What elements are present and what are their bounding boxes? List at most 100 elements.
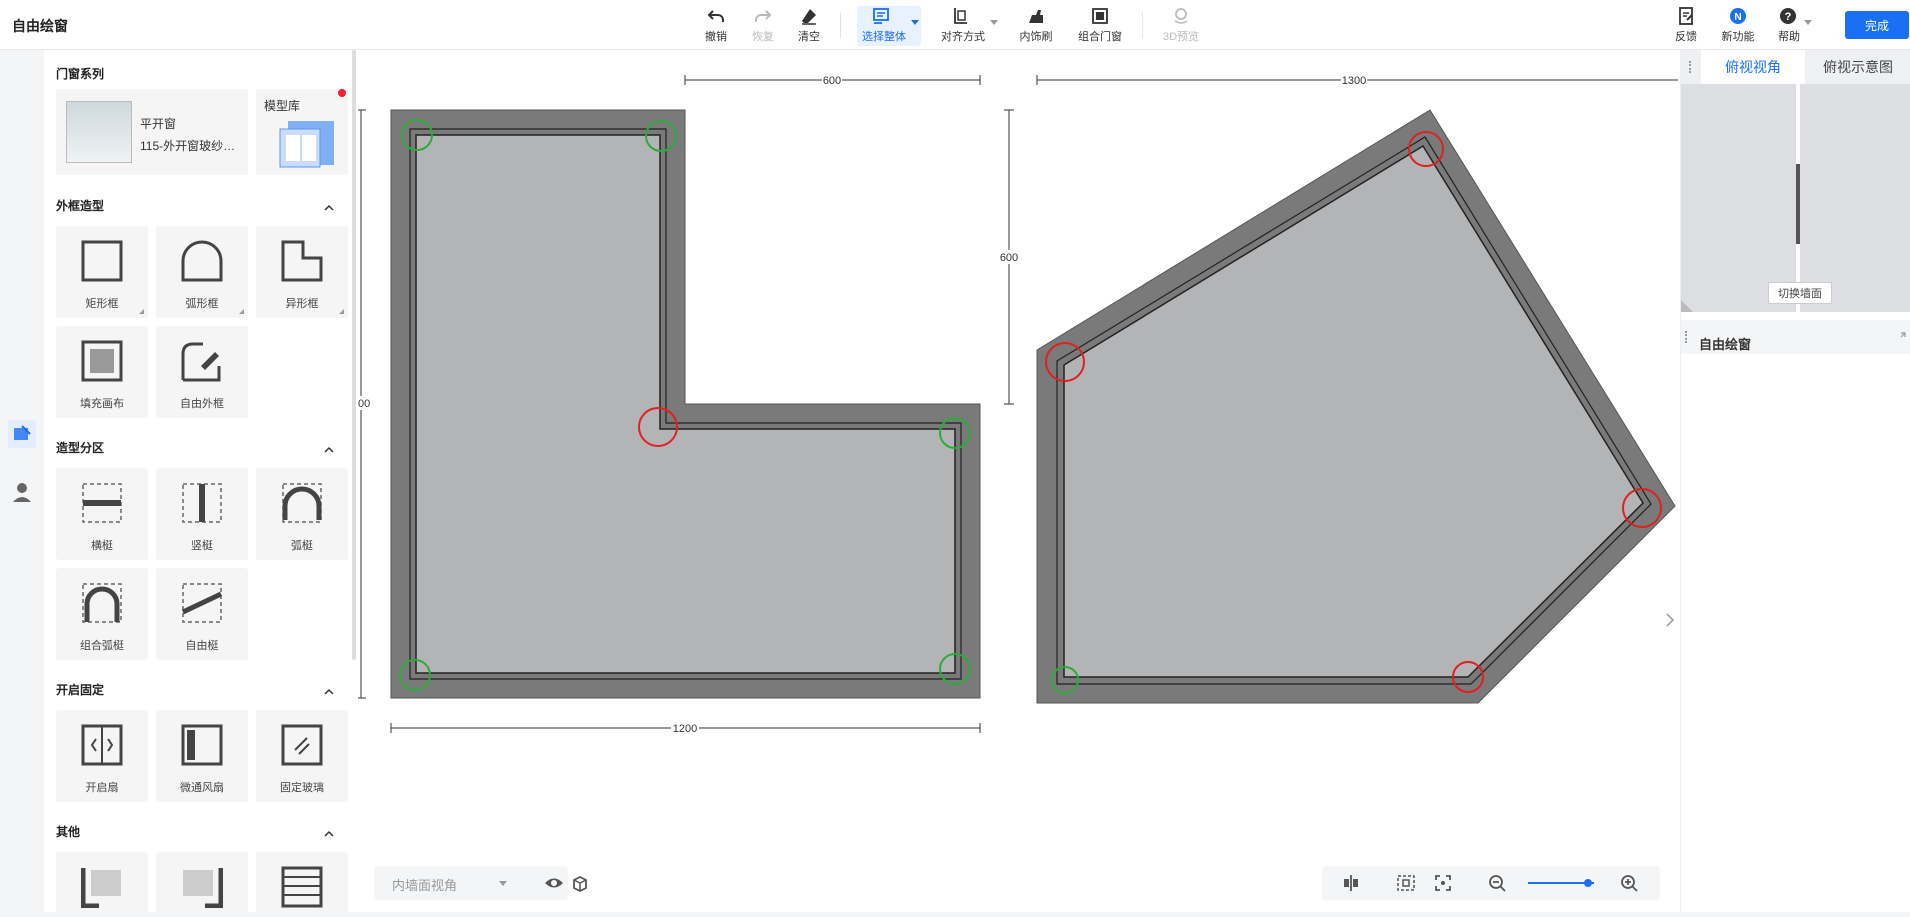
fixed-glass-card[interactable]: 固定玻璃 bbox=[256, 710, 348, 802]
chevron-down-icon bbox=[990, 20, 998, 25]
eye-icon[interactable] bbox=[544, 874, 564, 892]
combine-button[interactable]: 组合门窗 bbox=[1074, 6, 1126, 46]
expand-icon[interactable] bbox=[1896, 332, 1906, 342]
corner-mark bbox=[139, 309, 144, 314]
clear-button[interactable]: 清空 bbox=[793, 6, 825, 46]
combo-arc-mullion-card[interactable]: 组合弧梃 bbox=[56, 568, 148, 660]
canvas-svg[interactable]: 600 1300 1200 00 600 bbox=[356, 50, 1680, 912]
card-label: 微通风扇 bbox=[180, 782, 224, 794]
rect-frame-card[interactable]: 矩形框 bbox=[56, 226, 148, 318]
card-label: 异形框 bbox=[285, 298, 319, 310]
preview-3d-button[interactable]: 3D预览 bbox=[1160, 6, 1202, 46]
arc-mullion-card[interactable]: 弧梃 bbox=[256, 468, 348, 560]
arc-frame-card[interactable]: 弧形框 bbox=[156, 226, 248, 318]
corner-mark bbox=[239, 309, 244, 314]
done-button[interactable]: 完成 bbox=[1845, 11, 1909, 39]
card-label: 填充画布 bbox=[80, 398, 124, 410]
series-subtitle: 115-外开窗玻纱一体 bbox=[140, 139, 240, 153]
fill-canvas-card[interactable]: 填充画布 bbox=[56, 326, 148, 418]
drag-handle-icon[interactable] bbox=[1685, 331, 1689, 343]
card-label: 开启扇 bbox=[85, 782, 119, 794]
free-mullion-icon bbox=[181, 583, 223, 623]
free-frame-card[interactable]: 自由外框 bbox=[156, 326, 248, 418]
dim-left-vertical: 00 bbox=[358, 398, 370, 410]
series-section-title: 门窗系列 bbox=[56, 67, 105, 81]
chevron-up-icon[interactable] bbox=[324, 687, 334, 697]
help-button[interactable]: ? 帮助 bbox=[1774, 6, 1814, 46]
card-label: 横梃 bbox=[91, 540, 113, 552]
feedback-icon bbox=[1679, 7, 1693, 25]
arc-frame-icon bbox=[181, 240, 223, 282]
special-frame-icon bbox=[281, 240, 323, 282]
special-frame-card[interactable]: 异形框 bbox=[256, 226, 348, 318]
chevron-up-icon[interactable] bbox=[324, 829, 334, 839]
drag-handle-icon[interactable] bbox=[1689, 61, 1693, 73]
vent-sash-card[interactable]: 微通风扇 bbox=[156, 710, 248, 802]
model-library-card[interactable]: 模型库 bbox=[256, 89, 348, 175]
redo-button[interactable]: 恢复 bbox=[747, 6, 779, 46]
zoom-in-icon[interactable] bbox=[1620, 874, 1638, 892]
toolbar-divider bbox=[1142, 12, 1143, 38]
arc-mullion-icon bbox=[282, 483, 322, 523]
card-label: 矩形框 bbox=[85, 298, 119, 310]
align-icon bbox=[954, 8, 967, 24]
other-item-card[interactable] bbox=[56, 852, 148, 912]
drawing-canvas[interactable]: 600 1300 1200 00 600 内墙面视角 bbox=[356, 50, 1680, 912]
component-panel: 门窗系列 平开窗 115-外开窗玻纱一体 模型库 外框造型 矩形框 弧形框 异形… bbox=[44, 50, 358, 912]
fit-screen-icon[interactable] bbox=[1434, 874, 1452, 892]
resize-handle[interactable] bbox=[1681, 300, 1693, 312]
window-design-tab[interactable] bbox=[8, 420, 36, 448]
other-item-card[interactable] bbox=[156, 852, 248, 912]
3d-box-icon[interactable] bbox=[570, 874, 590, 894]
panel-scrollbar[interactable] bbox=[352, 50, 356, 660]
inner-deco-button[interactable]: 内饰刷 bbox=[1014, 6, 1058, 46]
new-feature-button[interactable]: N 新功能 bbox=[1718, 6, 1758, 46]
card-label: 组合弧梃 bbox=[80, 640, 124, 652]
undo-label: 撤销 bbox=[705, 31, 727, 43]
opening-sash-card[interactable]: 开启扇 bbox=[56, 710, 148, 802]
user-tab[interactable] bbox=[8, 478, 36, 506]
redo-icon bbox=[755, 10, 772, 22]
free-frame-icon bbox=[181, 342, 221, 382]
horizontal-mullion-card[interactable]: 横梃 bbox=[56, 468, 148, 560]
switch-wall-button[interactable]: 切换墙面 bbox=[1768, 282, 1832, 304]
tab-top-diagram[interactable]: 俯视示意图 bbox=[1805, 50, 1910, 84]
preview-3d-icon bbox=[1174, 8, 1188, 24]
series-thumbnail bbox=[66, 101, 132, 163]
eraser-icon bbox=[802, 9, 816, 25]
other-section-title: 其他 bbox=[56, 825, 81, 839]
view-select[interactable]: 内墙面视角 bbox=[392, 875, 457, 894]
other-item-card[interactable] bbox=[256, 852, 348, 912]
left-icon-rail bbox=[0, 50, 44, 915]
combine-window-icon bbox=[1092, 8, 1108, 24]
svg-text:?: ? bbox=[1785, 11, 1792, 23]
card-label: 自由外框 bbox=[180, 398, 224, 410]
window-marker bbox=[1796, 164, 1800, 244]
zone-section-title: 造型分区 bbox=[56, 441, 105, 455]
vertical-mullion-card[interactable]: 竖梃 bbox=[156, 468, 248, 560]
undo-button[interactable]: 撤销 bbox=[700, 6, 732, 46]
zoom-slider-handle[interactable] bbox=[1584, 879, 1592, 887]
chevron-up-icon[interactable] bbox=[324, 203, 334, 213]
select-whole-button[interactable]: 选择整体 bbox=[857, 6, 921, 46]
polygon-window[interactable] bbox=[1036, 109, 1676, 704]
mirror-icon[interactable] bbox=[1342, 874, 1360, 892]
free-mullion-card[interactable]: 自由梃 bbox=[156, 568, 248, 660]
feedback-button[interactable]: 反馈 bbox=[1672, 6, 1700, 46]
fit-selection-icon[interactable] bbox=[1396, 874, 1416, 892]
bottom-view-toolbar: 内墙面视角 bbox=[374, 866, 568, 900]
chevron-up-icon[interactable] bbox=[324, 445, 334, 455]
top-toolbar: 自由绘窗 撤销 恢复 清空 选择整体 对齐方式 内饰刷 组合门窗 3D预览 反馈 bbox=[0, 0, 1910, 50]
align-button[interactable]: 对齐方式 bbox=[936, 6, 1000, 46]
help-icon: ? bbox=[1780, 8, 1796, 24]
l-shaped-window[interactable] bbox=[390, 109, 981, 699]
redo-label: 恢复 bbox=[752, 31, 774, 43]
series-card[interactable]: 平开窗 115-外开窗玻纱一体 bbox=[56, 89, 248, 175]
vent-sash-icon bbox=[181, 724, 223, 766]
zoom-out-icon[interactable] bbox=[1488, 874, 1506, 892]
bottom-zoom-toolbar bbox=[1322, 866, 1660, 900]
tab-top-view[interactable]: 俯视视角 bbox=[1701, 50, 1805, 84]
top-view-preview[interactable] bbox=[1681, 84, 1910, 312]
chevron-down-icon bbox=[911, 20, 919, 25]
collapse-right-icon[interactable] bbox=[1666, 613, 1675, 627]
